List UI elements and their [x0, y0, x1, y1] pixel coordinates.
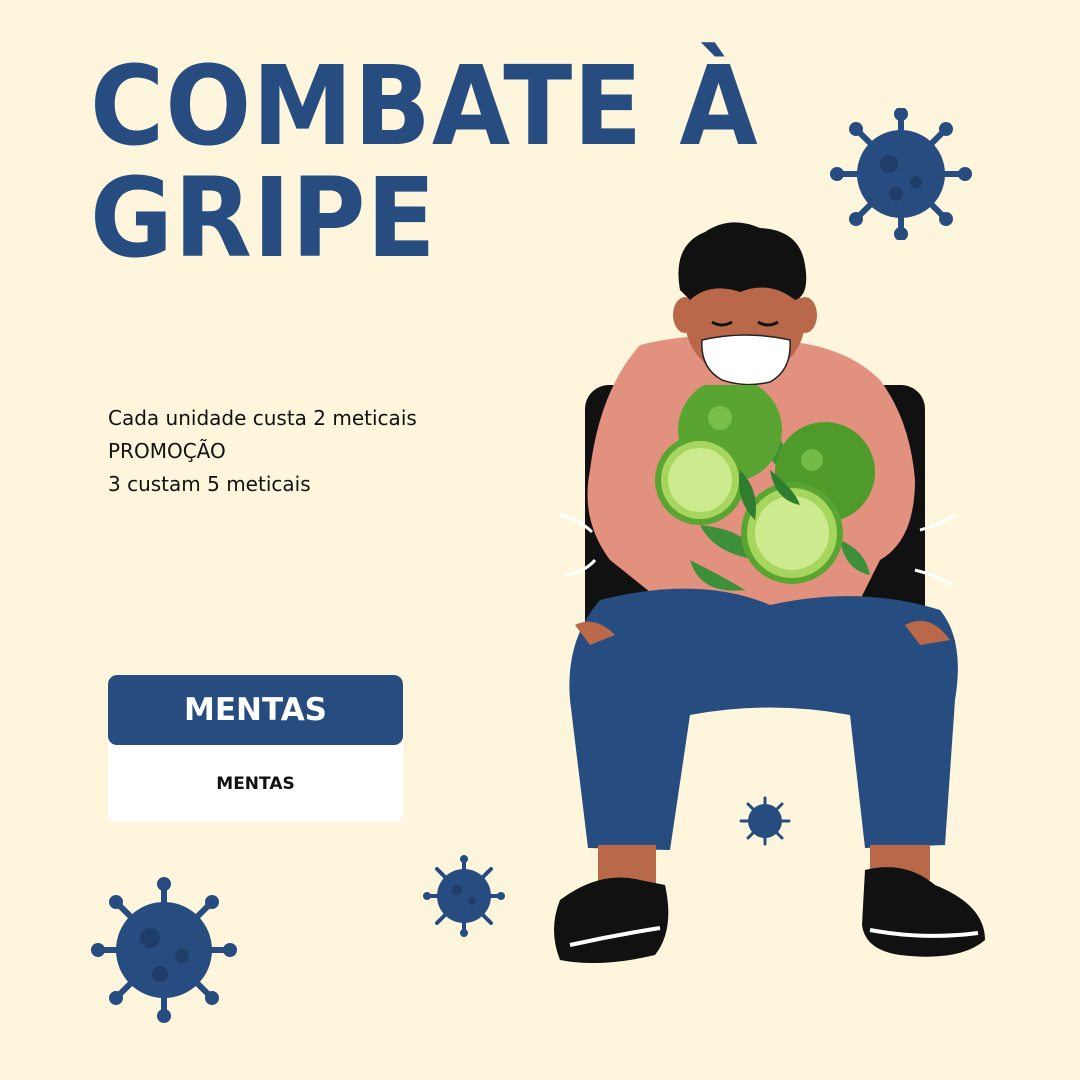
product-card-body: MENTAS [216, 773, 295, 794]
virus-icon [91, 877, 237, 1023]
product-card: MENTAS MENTAS [108, 675, 403, 822]
title-line-1: COMBATE À [90, 42, 759, 170]
price-info: Cada unidade custa 2 meticais PROMOÇÃO 3… [108, 402, 417, 501]
product-card-header: MENTAS [108, 675, 403, 745]
virus-icon [423, 855, 505, 937]
price-unit-text: Cada unidade custa 2 meticais [108, 406, 417, 430]
poster: COMBATE À GRIPE Cada unidade custa 2 met… [0, 0, 1080, 1080]
lime-mint-image [655, 385, 875, 591]
promo-price-text: 3 custam 5 meticais [108, 472, 311, 496]
promo-label: PROMOÇÃO [108, 439, 226, 463]
